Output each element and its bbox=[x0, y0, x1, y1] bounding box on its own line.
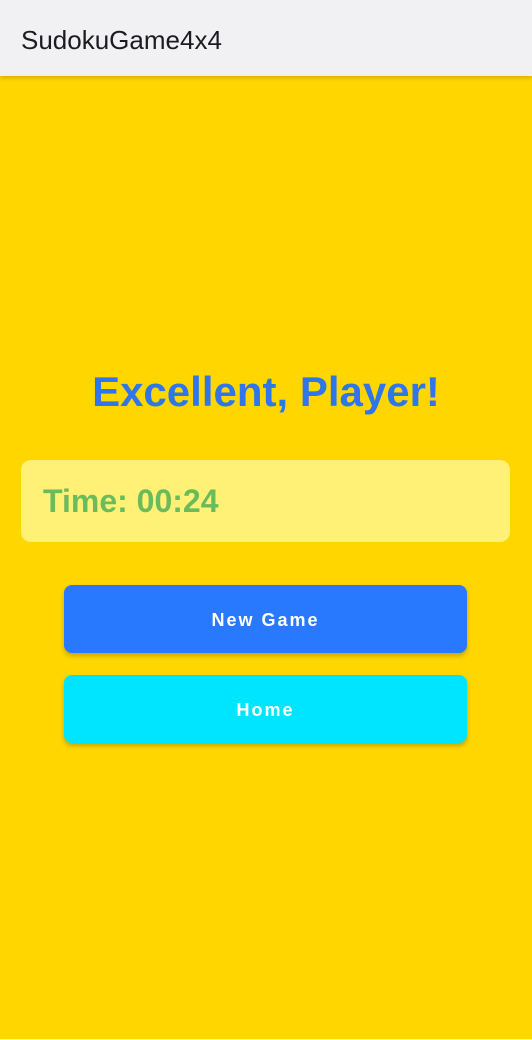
app-bar: SudokuGame4x4 bbox=[0, 0, 532, 76]
app-title: SudokuGame4x4 bbox=[21, 25, 222, 55]
congratulations-headline: Excellent, Player! bbox=[92, 368, 440, 415]
result-screen: Excellent, Player! Time: 00:24 New Game … bbox=[0, 76, 532, 1039]
time-card: Time: 00:24 bbox=[21, 460, 510, 542]
home-button[interactable]: Home bbox=[64, 675, 467, 743]
new-game-button[interactable]: New Game bbox=[64, 585, 467, 653]
elapsed-time-text: Time: 00:24 bbox=[43, 483, 219, 519]
